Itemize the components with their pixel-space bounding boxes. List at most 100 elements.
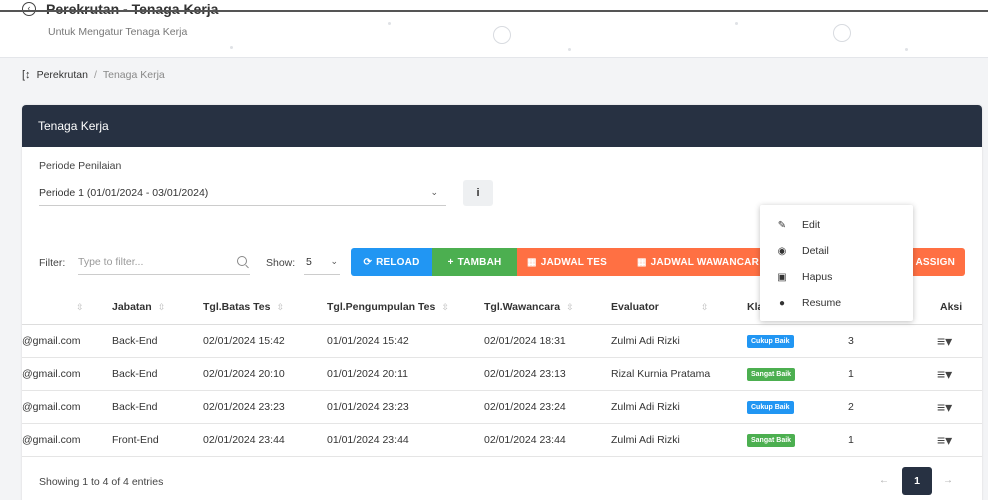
row-menu-icon[interactable]: ≡▾: [937, 358, 952, 391]
page-subtitle: Untuk Mengatur Tenaga Kerja: [48, 26, 188, 38]
tgl-wawancara-cell: 02/01/2024 18:31: [484, 335, 566, 347]
back-icon[interactable]: ‹: [22, 2, 36, 16]
dropdown-item-edit[interactable]: ✎ Edit: [760, 212, 913, 238]
column-email[interactable]: ⇳: [70, 289, 84, 325]
search-icon: [237, 256, 247, 266]
decorative-circle-icon: [833, 24, 851, 42]
card-header: Tenaga Kerja: [22, 105, 982, 147]
sort-icon: ⇳: [276, 302, 285, 312]
decorative-dot-icon: [568, 48, 571, 51]
dropdown-item-resume[interactable]: ● Resume: [760, 290, 913, 316]
tambah-button[interactable]: + TAMBAH: [432, 248, 517, 276]
tgl-pengumpulan-cell: 01/01/2024 20:11: [327, 368, 408, 380]
status-badge: Cukup Baik: [747, 335, 794, 348]
chevron-down-icon: ⌄: [430, 187, 438, 197]
filter-input[interactable]: [78, 249, 250, 275]
jadwal-tes-label: JADWAL TES: [540, 256, 607, 268]
assign-label: ASSIGN: [915, 256, 955, 268]
periode-value: Periode 1 (01/01/2024 - 03/01/2024): [39, 186, 209, 199]
reload-label: RELOAD: [376, 256, 420, 268]
column-jabatan[interactable]: Jabatan ⇳: [112, 289, 165, 325]
sort-icon: ⇳: [157, 302, 166, 312]
tgl-pengumpulan-cell: 01/01/2024 23:44: [327, 434, 409, 446]
email-cell: @gmail.com: [22, 368, 81, 380]
sort-icon: ⇳: [566, 302, 574, 312]
nilai-cell: 1: [848, 434, 854, 446]
pagination-next-button[interactable]: →: [938, 470, 958, 492]
tgl-batas-cell: 02/01/2024 15:42: [203, 335, 285, 347]
reload-button[interactable]: ⟳ RELOAD: [351, 248, 432, 276]
chevron-down-icon: ⌄: [330, 256, 338, 266]
breadcrumb: [↕ Perekrutan / Tenaga Kerja: [22, 66, 165, 84]
row-menu-icon[interactable]: ≡▾: [937, 325, 952, 358]
page-title: Perekrutan - Tenaga Kerja: [46, 1, 219, 17]
tgl-pengumpulan-cell: 01/01/2024 15:42: [327, 335, 409, 347]
pagination-page-1[interactable]: 1: [902, 467, 932, 495]
evaluator-cell: Rizal Kurnia Pratama: [611, 368, 711, 380]
calendar-icon: ▦: [637, 256, 647, 268]
column-tgl-batas-tes[interactable]: Tgl.Batas Tes ⇳: [203, 289, 284, 325]
nilai-cell: 3: [848, 335, 854, 347]
decorative-circle-icon: [493, 26, 511, 44]
tgl-wawancara-cell: 02/01/2024 23:44: [484, 434, 566, 446]
decorative-dot-icon: [230, 46, 233, 49]
column-aksi: Aksi: [940, 301, 963, 313]
plus-icon: +: [447, 256, 454, 268]
show-label: Show:: [266, 257, 296, 269]
tgl-batas-cell: 02/01/2024 23:23: [203, 401, 285, 413]
periode-select[interactable]: Periode 1 (01/01/2024 - 03/01/2024) ⌄: [39, 180, 446, 206]
status-badge: Sangat Baik: [747, 434, 796, 447]
dropdown-item-label: Resume: [802, 297, 842, 309]
calendar-icon: ▦: [527, 256, 537, 268]
decorative-dot-icon: [735, 22, 738, 25]
column-tgl-wawancara[interactable]: Tgl.Wawancara ⇳: [484, 289, 574, 325]
row-action-dropdown: ✎ Edit ◉ Detail ▣ Hapus ● Resume: [760, 205, 913, 321]
decorative-dot-icon: [388, 22, 391, 25]
entries-info: Showing 1 to 4 of 4 entries: [39, 476, 164, 488]
tgl-pengumpulan-cell: 01/01/2024 23:23: [327, 401, 409, 413]
card-title: Tenaga Kerja: [38, 119, 109, 133]
table-row: @gmail.com Back-End 02/01/2024 15:42 01/…: [22, 325, 982, 358]
nilai-cell: 2: [848, 401, 854, 413]
evaluator-cell: Zulmi Adi Rizki: [611, 434, 680, 446]
tgl-wawancara-cell: 02/01/2024 23:13: [484, 368, 566, 380]
show-entries-select[interactable]: 5 ⌄: [304, 249, 340, 275]
jabatan-cell: Back-End: [112, 368, 158, 380]
tgl-batas-cell: 02/01/2024 20:10: [203, 368, 285, 380]
column-tgl-pengumpulan-tes[interactable]: Tgl.Pengumpulan Tes ⇳: [327, 289, 449, 325]
sort-icon: ⇳: [76, 302, 84, 312]
jadwal-wawancara-button[interactable]: ▦ JADWAL WAWANCAR: [617, 248, 762, 276]
jabatan-cell: Front-End: [112, 434, 159, 446]
filter-label: Filter:: [39, 257, 66, 269]
breadcrumb-separator: /: [93, 69, 97, 81]
pagination-prev-button[interactable]: ←: [874, 470, 894, 492]
column-evaluator[interactable]: Evaluator ⇳: [611, 289, 708, 325]
eye-icon: ◉: [777, 245, 787, 257]
row-menu-icon[interactable]: ≡▾: [937, 391, 952, 424]
periode-label: Periode Penilaian: [39, 160, 122, 172]
dropdown-item-detail[interactable]: ◉ Detail: [760, 238, 913, 264]
dropdown-item-label: Detail: [802, 245, 829, 257]
breadcrumb-item-tenaga-kerja: Tenaga Kerja: [102, 69, 165, 81]
email-cell: @gmail.com: [22, 401, 81, 413]
tgl-batas-cell: 02/01/2024 23:44: [203, 434, 285, 446]
dropdown-item-label: Hapus: [802, 271, 833, 283]
table-row: @gmail.com Back-End 02/01/2024 20:10 01/…: [22, 358, 982, 391]
info-button[interactable]: i: [463, 180, 493, 206]
row-menu-icon[interactable]: ≡▾: [937, 424, 952, 457]
show-value: 5: [306, 255, 312, 268]
trash-icon: ▣: [777, 271, 787, 283]
jadwal-tes-button[interactable]: ▦ JADWAL TES: [517, 248, 617, 276]
edit-icon: ✎: [777, 219, 787, 231]
evaluator-cell: Zulmi Adi Rizki: [611, 401, 680, 413]
email-cell: @gmail.com: [22, 434, 81, 446]
sidebar-toggle-icon[interactable]: [↕: [22, 69, 31, 81]
dropdown-item-hapus[interactable]: ▣ Hapus: [760, 264, 913, 290]
dropdown-item-label: Edit: [802, 219, 821, 231]
top-edge-line: [0, 10, 988, 12]
breadcrumb-item-perekrutan[interactable]: Perekrutan: [37, 69, 88, 81]
nilai-cell: 1: [848, 368, 854, 380]
table-row: @gmail.com Back-End 02/01/2024 23:23 01/…: [22, 391, 982, 424]
page-header: ‹ Perekrutan - Tenaga Kerja Untuk Mengat…: [0, 0, 988, 58]
jadwal-wawancara-label: JADWAL WAWANCAR: [650, 256, 760, 268]
